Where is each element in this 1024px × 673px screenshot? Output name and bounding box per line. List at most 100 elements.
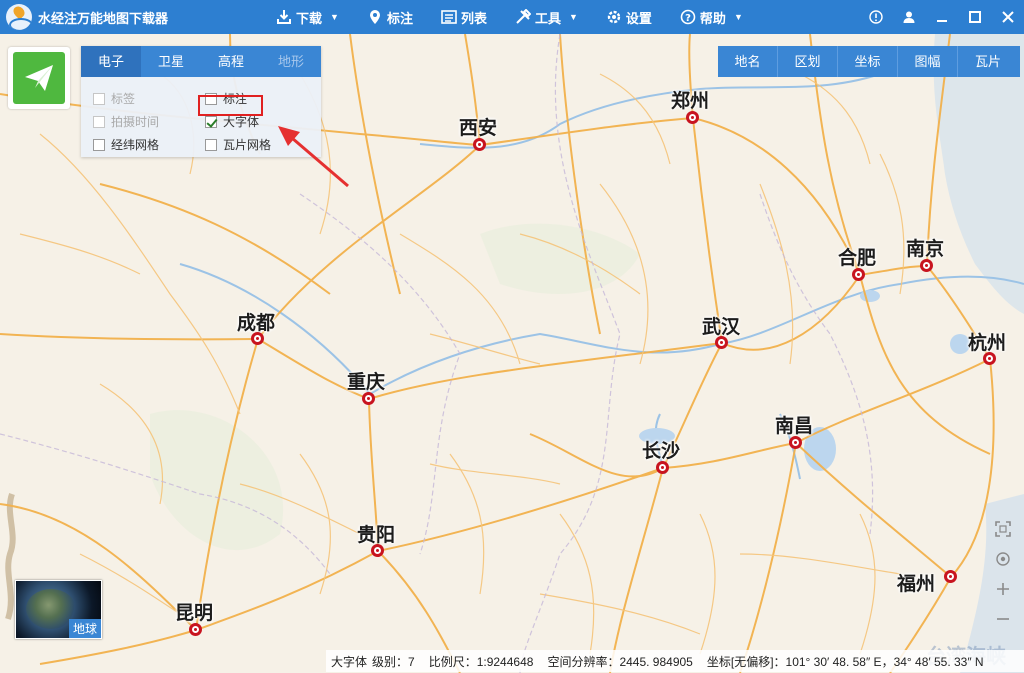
menu-settings-label: 设置	[625, 10, 652, 26]
window-controls	[859, 0, 1024, 34]
menu-download-label: 下载	[296, 10, 323, 26]
city-marker-icon	[189, 623, 202, 636]
help-icon: ?	[680, 9, 696, 25]
user-icon	[903, 11, 914, 23]
option-shoot-time[interactable]: 拍摄时间	[93, 113, 159, 130]
city-marker-icon	[789, 436, 802, 449]
minimize-icon	[936, 20, 947, 22]
tab-satellite[interactable]: 卫星	[141, 46, 201, 77]
city-label-chongqing: 重庆	[347, 372, 386, 393]
tools-icon	[516, 9, 531, 24]
menu-annotate[interactable]: 标注	[367, 8, 413, 27]
city-marker-icon	[920, 259, 933, 272]
city-marker-icon	[715, 336, 728, 349]
status-font-mode: 大字体	[331, 654, 368, 669]
maximize-icon	[968, 11, 981, 23]
highlight-box	[198, 95, 263, 116]
tab-elevation[interactable]: 高程	[201, 46, 261, 77]
shoot-time-checkbox[interactable]	[93, 115, 105, 128]
info-toolbar: 地名 区划 坐标 图幅 瓦片	[718, 46, 1020, 77]
globe-label: 地球	[68, 619, 101, 638]
download-icon	[277, 10, 291, 24]
city-marker-icon	[371, 544, 384, 557]
status-level: 级别：7	[372, 654, 415, 669]
user-button[interactable]	[892, 0, 925, 34]
status-coordinate: 坐标[无偏移]：101° 30′ 48. 58″ E，34° 48′ 55. 3…	[706, 654, 984, 669]
app-home-button[interactable]	[8, 47, 70, 109]
toolbar-division[interactable]: 区划	[778, 46, 838, 77]
toolbar-place-name[interactable]: 地名	[718, 46, 778, 77]
option-graticule[interactable]: 经纬网格	[93, 136, 159, 153]
menu-tools-label: 工具	[534, 10, 561, 26]
city-label-zhengzhou: 郑州	[671, 91, 710, 112]
toolbar-coordinate[interactable]: 坐标	[838, 46, 898, 77]
menu-list-label: 列表	[460, 10, 487, 26]
graticule-checkbox[interactable]	[93, 138, 105, 151]
city-label-kunming: 昆明	[175, 603, 214, 624]
globe-view-button[interactable]: 地球	[15, 580, 102, 639]
paper-plane-icon	[25, 65, 53, 91]
tag-checkbox[interactable]	[93, 92, 105, 105]
city-marker-icon	[473, 138, 486, 151]
gear-icon	[607, 10, 621, 24]
zoom-out-button[interactable]	[990, 604, 1016, 634]
option-shoot-time-label: 拍摄时间	[111, 115, 160, 129]
city-marker-icon	[251, 332, 264, 345]
city-label-guiyang: 贵阳	[357, 525, 396, 546]
option-tag[interactable]: 标签	[93, 90, 135, 107]
menu-annotate-label: 标注	[386, 10, 413, 26]
main-menu: 下载 ▼ 标注 列表 工具 ▼ 设置 ? 帮助 ▼	[276, 0, 771, 34]
city-label-nanjing: 南京	[906, 239, 945, 260]
menu-settings[interactable]: 设置	[606, 8, 652, 27]
city-marker-icon	[656, 461, 669, 474]
pin-icon	[369, 10, 380, 24]
tab-terrain[interactable]: 地形	[261, 46, 321, 77]
city-label-wuhan: 武汉	[702, 317, 741, 338]
chevron-down-icon: ▼	[568, 12, 578, 22]
option-tile-grid[interactable]: 瓦片网格	[205, 136, 271, 153]
menu-list[interactable]: 列表	[441, 8, 487, 27]
info-icon	[868, 10, 883, 24]
map-controls	[990, 514, 1016, 634]
city-label-fuzhou: 福州	[897, 574, 936, 595]
chevron-down-icon: ▼	[733, 12, 743, 22]
tile-grid-checkbox[interactable]	[205, 138, 217, 151]
maximize-button[interactable]	[958, 0, 991, 34]
big-font-checkbox[interactable]	[205, 115, 217, 128]
app-title: 水经注万能地图下载器	[38, 10, 169, 26]
tab-electronic[interactable]: 电子	[81, 46, 141, 77]
city-label-hefei: 合肥	[838, 248, 877, 269]
locate-button[interactable]	[990, 544, 1016, 574]
city-label-hangzhou: 杭州	[968, 333, 1007, 354]
menu-tools[interactable]: 工具 ▼	[515, 8, 578, 27]
layer-tabs: 电子 卫星 高程 地形	[81, 46, 321, 77]
menu-download[interactable]: 下载 ▼	[276, 8, 339, 27]
app-logo-icon	[6, 4, 32, 30]
city-marker-icon	[983, 352, 996, 365]
toolbar-map-sheet[interactable]: 图幅	[898, 46, 958, 77]
city-label-changsha: 长沙	[642, 441, 681, 462]
title-bar: 水经注万能地图下载器 下载 ▼ 标注 列表 工具 ▼ 设置 ? 帮助 ▼	[0, 0, 1024, 34]
minimize-button[interactable]	[925, 0, 958, 34]
close-icon	[1001, 11, 1014, 23]
status-scale: 比例尺：1:9244648	[428, 654, 534, 669]
city-marker-icon	[686, 111, 699, 124]
plus-icon	[997, 583, 1009, 595]
fullscreen-icon	[995, 521, 1011, 537]
status-resolution: 空间分辨率：2445. 984905	[547, 654, 693, 669]
close-button[interactable]	[991, 0, 1024, 34]
toolbar-tile[interactable]: 瓦片	[958, 46, 1018, 77]
menu-help[interactable]: ? 帮助 ▼	[680, 8, 743, 27]
option-tag-label: 标签	[111, 92, 136, 106]
svg-text:?: ?	[685, 13, 691, 24]
zoom-in-button[interactable]	[990, 574, 1016, 604]
list-icon	[441, 10, 457, 24]
info-button[interactable]	[859, 0, 892, 34]
fullscreen-button[interactable]	[990, 514, 1016, 544]
option-graticule-label: 经纬网格	[111, 138, 160, 152]
city-label-nanchang: 南昌	[775, 416, 814, 437]
option-tile-grid-label: 瓦片网格	[223, 138, 272, 152]
city-marker-icon	[944, 570, 957, 583]
locate-icon	[996, 552, 1010, 566]
menu-help-label: 帮助	[699, 10, 726, 26]
